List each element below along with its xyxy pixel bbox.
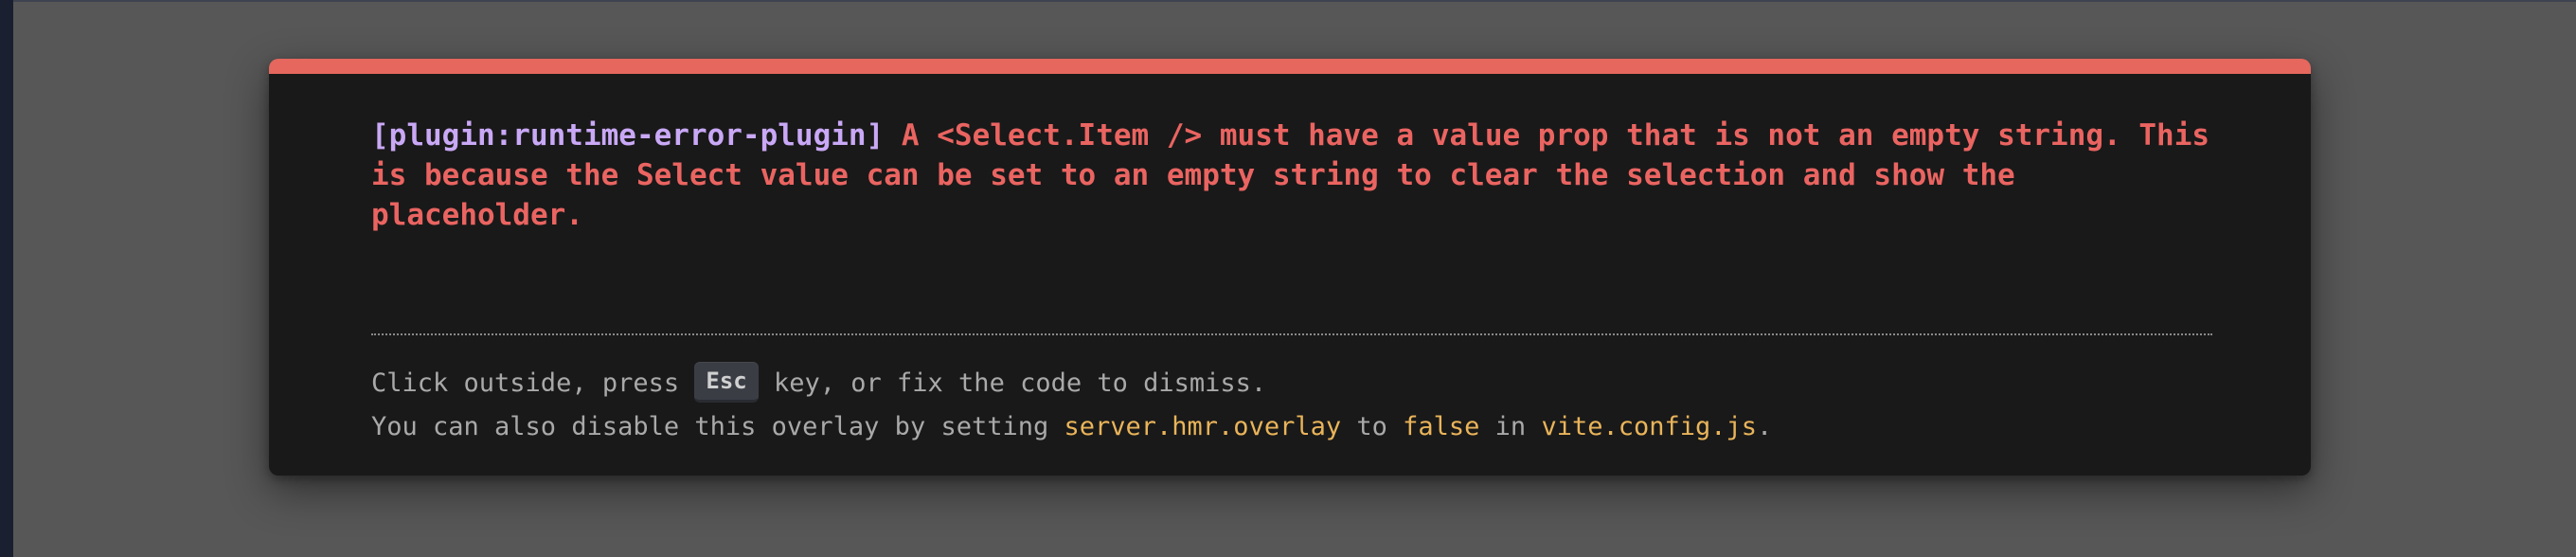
error-overlay-window: [plugin:runtime-error-plugin] A <Select.… (269, 59, 2311, 476)
esc-key-badge: Esc (694, 362, 759, 403)
setting-value: false (1403, 412, 1480, 441)
config-file-name: vite.config.js (1541, 412, 1758, 441)
disable-tip-to: to (1341, 412, 1404, 441)
disable-tip-in: in (1479, 412, 1542, 441)
setting-name: server.hmr.overlay (1064, 412, 1342, 441)
plugin-tag: [plugin:runtime-error-plugin] (371, 118, 885, 153)
page: { "overlay": { "plugin_tag": "[plugin:ru… (0, 0, 2576, 557)
disable-tip-text: You can also disable this overlay by set… (371, 412, 1064, 441)
dismiss-tip: Click outside, press Esc key, or fix the… (371, 362, 1267, 404)
dismiss-tip-text: Click outside, press (371, 368, 695, 398)
disable-tip-end: . (1757, 412, 1773, 441)
dismiss-tip-text-end: key, or fix the code to dismiss. (758, 368, 1267, 398)
disable-tip: You can also disable this overlay by set… (371, 407, 1772, 447)
app-edge (0, 0, 13, 557)
error-message: [plugin:runtime-error-plugin] A <Select.… (371, 116, 2227, 235)
divider (371, 333, 2212, 335)
